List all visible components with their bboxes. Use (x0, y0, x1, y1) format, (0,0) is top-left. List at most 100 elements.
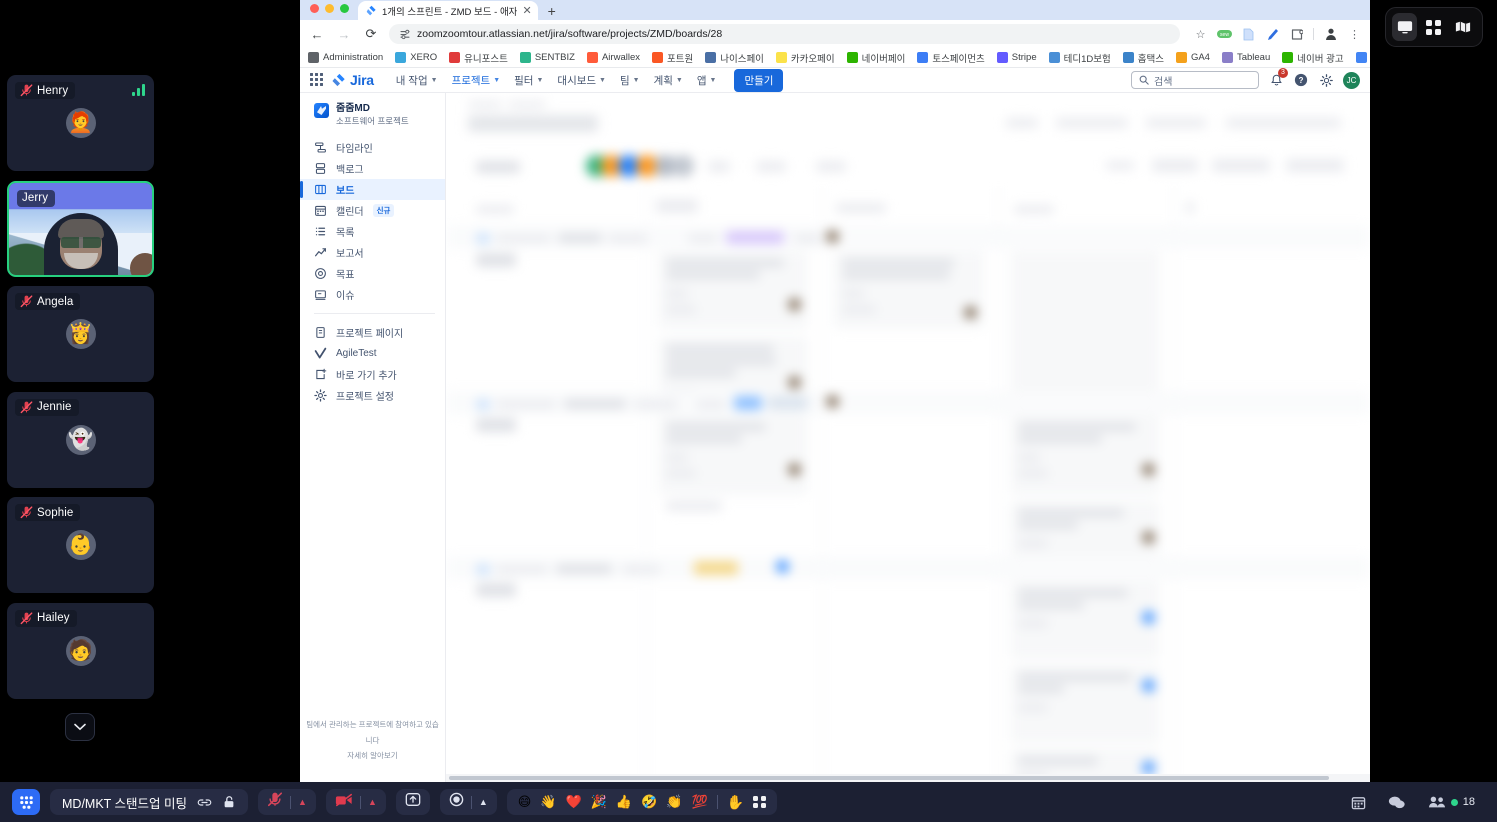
site-settings-icon[interactable] (399, 28, 411, 40)
browser-tab[interactable]: 1개의 스프린트 - ZMD 보드 - 애자 ✕ (358, 1, 538, 20)
video-toggle-button[interactable]: ▲ (325, 789, 386, 815)
sidebar-item-page[interactable]: 프로젝트 페이지 (300, 322, 445, 343)
bookmark-item[interactable]: 토스페이먼츠 (917, 51, 985, 65)
participant-tile[interactable]: Jerry (7, 180, 154, 277)
participants-button[interactable]: 18 (1428, 795, 1475, 809)
bookmark-item[interactable]: Stripe (996, 52, 1037, 63)
apps-grid-icon[interactable] (753, 795, 766, 809)
bookmark-item[interactable]: Administration (308, 52, 383, 63)
bookmark-item[interactable]: 테디1D보험 (1048, 51, 1111, 65)
bookmark-item[interactable]: XERO (395, 52, 437, 63)
extension-doc-icon[interactable] (1241, 27, 1256, 42)
participant-tile[interactable]: Hailey 🧑 (7, 602, 154, 699)
extension-android-icon[interactable]: sew (1217, 27, 1232, 42)
bookmark-item[interactable]: 유니포스트 (449, 51, 508, 65)
reaction-emoji[interactable]: 🎉 (591, 794, 607, 810)
user-avatar[interactable]: JC (1343, 71, 1360, 89)
reaction-emoji[interactable]: 👍 (616, 794, 632, 810)
extension-puzzle-icon[interactable] (1289, 27, 1304, 42)
project-header[interactable]: 줌줌MD 소프트웨어 프로젝트 (300, 103, 445, 137)
reaction-emoji[interactable]: 😄 (518, 794, 532, 810)
video-options-chevron-icon[interactable]: ▲ (368, 797, 377, 807)
jira-board-area[interactable] (446, 93, 1370, 782)
calendar-icon[interactable] (1351, 795, 1366, 810)
bookmark-item[interactable]: 홈택스 (1122, 51, 1164, 65)
jira-nav-item[interactable]: 필터 ▼ (508, 70, 549, 91)
sidebar-item-list[interactable]: 목록 (300, 221, 445, 242)
record-button[interactable]: ▲ (439, 789, 497, 815)
chrome-menu-icon[interactable]: ⋮ (1347, 27, 1362, 42)
mic-options-chevron-icon[interactable]: ▲ (298, 797, 307, 807)
forward-arrow-icon[interactable]: → (335, 25, 353, 43)
map-view-icon[interactable] (1451, 13, 1476, 41)
link-icon[interactable] (197, 796, 212, 809)
chat-bubble-icon[interactable] (1388, 795, 1406, 810)
sidebar-item-reports-chart[interactable]: 보고서 (300, 242, 445, 263)
jira-search-input[interactable]: 검색 (1131, 71, 1259, 89)
bookmark-item[interactable]: 카카오페이 (775, 51, 835, 65)
jira-logo[interactable]: Jira (332, 72, 374, 88)
sidebar-item-goal-target[interactable]: 목표 (300, 263, 445, 284)
jira-nav-item[interactable]: 내 작업 ▼ (390, 70, 444, 91)
mic-toggle-button[interactable]: ▲ (258, 789, 316, 815)
address-bar[interactable]: zoomzoomtour.atlassian.net/jira/software… (389, 24, 1180, 44)
jira-nav-item[interactable]: 계획 ▼ (648, 70, 689, 91)
bookmark-item[interactable]: 나이스페이 (705, 51, 764, 65)
help-circle-icon[interactable]: ? (1293, 72, 1309, 88)
reaction-emoji[interactable]: 💯 (691, 794, 707, 810)
sidebar-item-timeline[interactable]: 타임라인 (300, 137, 445, 158)
bookmark-item[interactable]: 네이버 광고 (1282, 51, 1344, 65)
unlock-icon[interactable] (222, 795, 236, 809)
share-screen-button[interactable] (395, 789, 430, 815)
sidebar-item-checkmark[interactable]: AgileTest (300, 343, 445, 364)
jira-nav-item[interactable]: 팀 ▼ (614, 70, 646, 91)
participant-tile[interactable]: Sophie 👶 (7, 497, 154, 593)
jira-nav-item[interactable]: 대시보드 ▼ (551, 70, 612, 91)
sidebar-item-board[interactable]: 보드 (300, 178, 445, 200)
participant-tile[interactable]: Henry 🧑‍🦰 (7, 75, 154, 171)
new-tab-button[interactable]: + (548, 4, 556, 18)
raise-hand-icon[interactable]: ✋ (727, 794, 744, 811)
notifications-bell-icon[interactable]: 3 (1268, 68, 1288, 88)
reaction-emoji[interactable]: 👏 (666, 794, 682, 810)
reaction-emoji[interactable]: 👋 (540, 794, 556, 810)
sidebar-item-calendar[interactable]: 캘린더 신규 (300, 200, 445, 221)
back-arrow-icon[interactable]: ← (308, 25, 326, 43)
bookmark-item[interactable]: 네이버페이 (846, 51, 905, 65)
minimize-window-button[interactable] (325, 4, 334, 13)
participant-tile[interactable]: Angela 👸 (7, 286, 154, 382)
extension-pen-icon[interactable] (1265, 27, 1280, 42)
bookmark-item[interactable]: Airwallex (586, 52, 640, 63)
jira-nav-item[interactable]: 앱 ▼ (691, 70, 723, 91)
maximize-window-button[interactable] (340, 4, 349, 13)
bookmark-item[interactable]: Tableau (1221, 52, 1270, 63)
jira-nav-selected-item[interactable]: 프로젝트 ▼ (446, 70, 507, 91)
reaction-emoji[interactable]: ❤️ (566, 794, 582, 810)
participants-scroll-down-button[interactable] (65, 713, 95, 741)
bookmark-item[interactable]: Google Ads (1355, 52, 1370, 63)
sidebar-footer-link[interactable]: 자세히 알아보기 (306, 748, 439, 764)
bookmark-item[interactable]: GA4 (1175, 52, 1210, 63)
close-icon[interactable]: ✕ (522, 4, 531, 17)
record-options-chevron-icon[interactable]: ▲ (479, 797, 488, 807)
profile-avatar-icon[interactable] (1323, 27, 1338, 42)
bookmark-star-icon[interactable]: ☆ (1193, 27, 1208, 42)
board-horizontal-scrollbar[interactable] (446, 774, 1370, 782)
bookmark-item[interactable]: SENTBIZ (519, 52, 575, 63)
screen-view-icon[interactable] (1392, 13, 1418, 41)
window-traffic-lights[interactable] (310, 4, 349, 13)
zoom-app-icon[interactable] (12, 789, 40, 815)
gear-icon[interactable] (1318, 72, 1334, 88)
reload-icon[interactable]: ⟳ (362, 25, 380, 43)
sidebar-item-add-shortcut[interactable]: 바로 가기 추가 (300, 364, 445, 385)
sidebar-item-backlog[interactable]: 백로그 (300, 158, 445, 179)
reaction-emoji[interactable]: 🤣 (641, 794, 657, 810)
sidebar-item-gear[interactable]: 프로젝트 설정 (300, 385, 445, 406)
close-window-button[interactable] (310, 4, 319, 13)
create-button[interactable]: 만들기 (734, 68, 784, 92)
participant-tile[interactable]: Jennie 👻 (7, 391, 154, 488)
app-switcher-icon[interactable] (310, 73, 324, 87)
gallery-view-icon[interactable] (1421, 13, 1446, 41)
bookmark-item[interactable]: 포트원 (651, 51, 693, 65)
sidebar-item-issues[interactable]: 이슈 (300, 284, 445, 305)
